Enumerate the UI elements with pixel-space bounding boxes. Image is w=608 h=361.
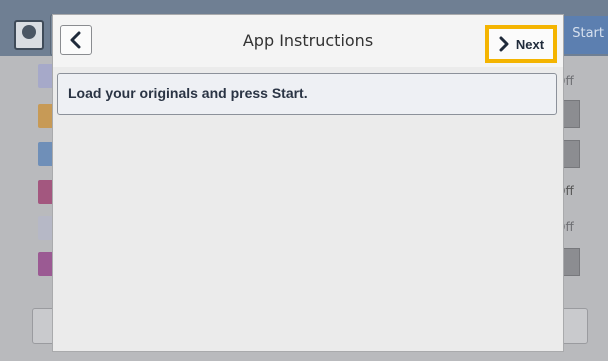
user-avatar-icon[interactable]: [14, 20, 44, 50]
next-button[interactable]: Next: [485, 25, 557, 63]
start-label: Start: [572, 26, 604, 41]
instructions-box: Load your originals and press Start.: [57, 73, 557, 115]
app-instructions-dialog: App Instructions Next Load your original…: [52, 14, 564, 352]
chevron-right-icon: [499, 36, 509, 52]
chevron-left-icon: [70, 31, 81, 49]
dialog-header: App Instructions Next: [53, 15, 563, 67]
instructions-text: Load your originals and press Start.: [68, 85, 308, 101]
next-label: Next: [515, 36, 545, 52]
back-button[interactable]: [60, 25, 92, 55]
